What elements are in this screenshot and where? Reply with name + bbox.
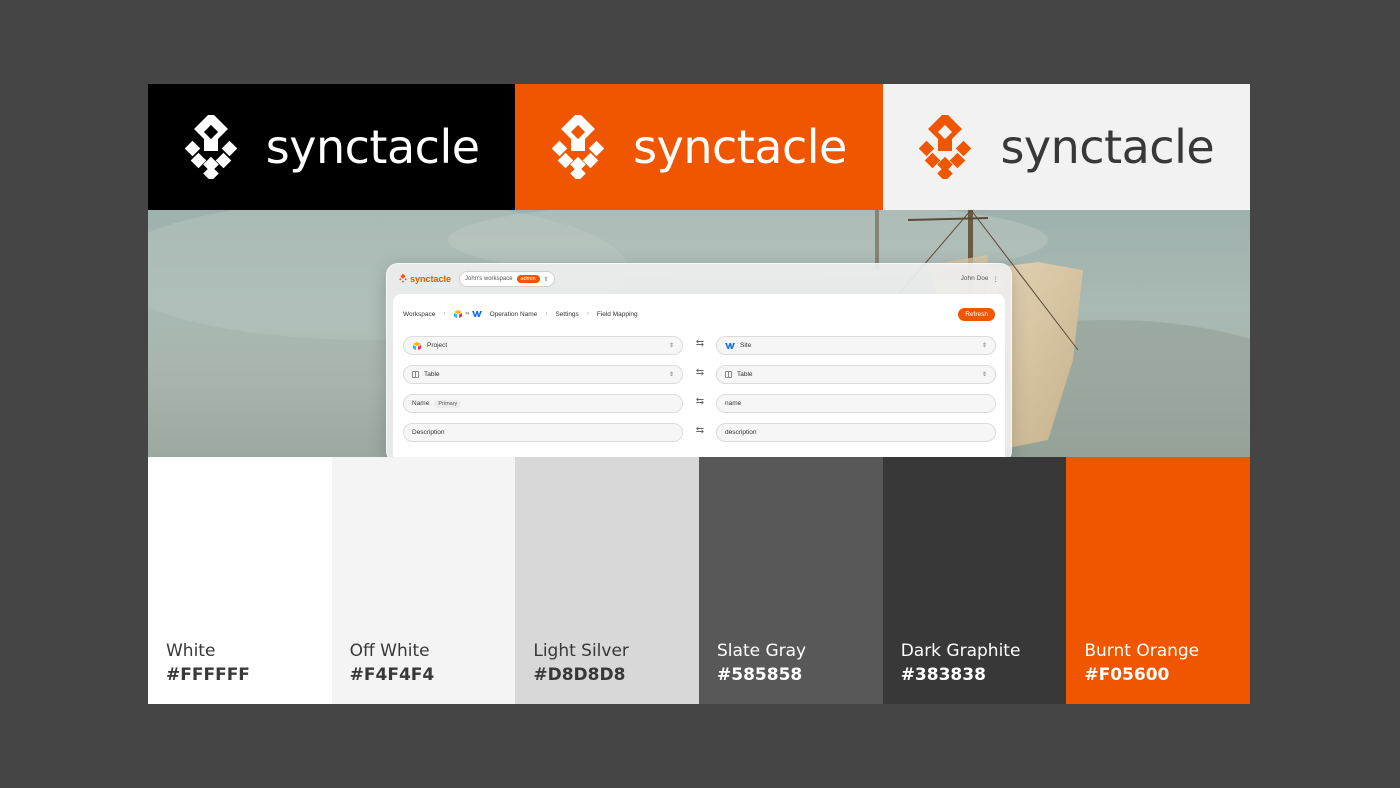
- refresh-button[interactable]: Refresh: [958, 308, 995, 321]
- target-site-select[interactable]: Site ⇕: [716, 336, 996, 355]
- select-value: Table: [424, 371, 440, 378]
- swatch-hex: #FFFFFF: [166, 665, 250, 685]
- breadcrumb-workspace[interactable]: Workspace: [403, 311, 435, 318]
- swap-arrows-icon: ⇆: [695, 338, 705, 349]
- chevron-right-icon: ›: [545, 311, 548, 317]
- chevron-updown-icon: ⇕: [981, 372, 987, 378]
- source-field-description[interactable]: Description: [403, 423, 683, 442]
- field-mapping-card: Workspace › ⇆ Operation Name › Settings: [393, 294, 1005, 457]
- target-field-description[interactable]: description: [716, 423, 996, 442]
- swatch-name: Off White: [349, 641, 430, 661]
- breadcrumb-current: Field Mapping: [596, 310, 638, 318]
- chevron-right-icon: ›: [586, 311, 589, 317]
- swap-arrows-icon: ⇆: [695, 367, 705, 378]
- app-brand-name: synctacle: [410, 274, 452, 284]
- table-icon: [412, 371, 419, 378]
- hero-image: synctacle John's workspace admin ⇕ John …: [148, 210, 1250, 457]
- field-label: Description: [412, 429, 445, 436]
- primary-tag: Primary: [434, 399, 462, 408]
- webflow-icon: [471, 311, 482, 317]
- swatch-name: Light Silver: [533, 641, 629, 661]
- octopus-logo-icon: [919, 115, 972, 179]
- field-label: Name: [412, 400, 430, 407]
- app-brand[interactable]: synctacle: [399, 274, 451, 284]
- brand-board: synctacle synctacle synctacle synctacle …: [148, 84, 1250, 704]
- role-badge: admin: [516, 275, 540, 283]
- color-palette: White #FFFFFF Off White #F4F4F4 Light Si…: [148, 457, 1250, 704]
- user-name: John Doe: [960, 275, 989, 282]
- swatch-name: Dark Graphite: [900, 641, 1021, 661]
- swatch-slate-gray: Slate Gray #585858: [699, 457, 883, 704]
- source-table-select[interactable]: Table ⇕: [403, 365, 683, 384]
- swap-arrows-icon: ⇆: [695, 425, 705, 436]
- chevron-updown-icon: ⇕: [668, 372, 674, 378]
- chevron-updown-icon: ⇕: [543, 276, 549, 283]
- logo-row: synctacle synctacle synctacle: [148, 84, 1250, 210]
- swatch-hex: #D8D8D8: [533, 665, 626, 685]
- swap-arrows-icon: ⇆: [695, 396, 705, 407]
- swatch-name: Burnt Orange: [1084, 641, 1200, 661]
- more-vertical-icon[interactable]: ⋮: [993, 275, 1000, 283]
- breadcrumb-operation[interactable]: Operation Name: [490, 311, 538, 318]
- swatch-hex: #F05600: [1084, 665, 1170, 685]
- airtable-icon: [413, 341, 421, 350]
- wordmark: synctacle: [633, 120, 847, 174]
- swatch-name: White: [166, 641, 216, 661]
- chevron-updown-icon: ⇕: [668, 343, 674, 349]
- swatch-dark-graphite: Dark Graphite #383838: [882, 457, 1067, 704]
- source-project-select[interactable]: Project ⇕: [403, 336, 683, 355]
- target-table-select[interactable]: Table ⇕: [716, 365, 996, 384]
- swatch-hex: #585858: [717, 665, 803, 685]
- swatch-hex: #F4F4F4: [349, 665, 435, 685]
- workspace-name: John's workspace: [465, 276, 513, 282]
- webflow-icon: [725, 342, 735, 349]
- select-value: Table: [737, 371, 753, 378]
- octopus-logo-icon: [399, 274, 407, 283]
- octopus-logo-icon: [184, 115, 238, 179]
- airtable-icon: [454, 310, 463, 318]
- logo-panel-black: synctacle: [148, 84, 516, 210]
- integration-icons: ⇆: [453, 310, 482, 318]
- app-window-mockup: synctacle John's workspace admin ⇕ John …: [386, 263, 1012, 457]
- field-label: description: [725, 429, 757, 436]
- breadcrumb-settings[interactable]: Settings: [555, 311, 579, 318]
- logo-panel-orange: synctacle: [515, 84, 883, 210]
- logo-panel-light: synctacle: [882, 84, 1250, 210]
- target-field-name[interactable]: name: [716, 394, 996, 413]
- wordmark: synctacle: [1000, 120, 1215, 174]
- chevron-right-icon: ›: [443, 311, 446, 317]
- app-topbar: synctacle John's workspace admin ⇕ John …: [387, 264, 1011, 294]
- sync-icon: ⇆: [465, 311, 470, 317]
- select-value: Project: [427, 342, 448, 349]
- octopus-logo-icon: [551, 115, 605, 179]
- workspace-selector[interactable]: John's workspace admin ⇕: [459, 271, 555, 287]
- wordmark: synctacle: [265, 120, 480, 174]
- breadcrumb: Workspace › ⇆ Operation Name › Settings: [403, 310, 638, 318]
- source-field-name[interactable]: Name Primary: [403, 394, 683, 413]
- swatch-burnt-orange: Burnt Orange #F05600: [1066, 457, 1250, 704]
- swatch-white: White #FFFFFF: [148, 457, 332, 704]
- select-value: Site: [740, 342, 752, 349]
- swatch-off-white: Off White #F4F4F4: [331, 457, 516, 704]
- user-menu[interactable]: John Doe ⋮: [961, 275, 999, 283]
- field-label: name: [725, 400, 742, 407]
- chevron-updown-icon: ⇕: [981, 343, 987, 349]
- table-icon: [725, 371, 732, 378]
- swatch-light-silver: Light Silver #D8D8D8: [515, 457, 700, 704]
- swatch-hex: #383838: [900, 665, 986, 685]
- swatch-name: Slate Gray: [717, 641, 807, 661]
